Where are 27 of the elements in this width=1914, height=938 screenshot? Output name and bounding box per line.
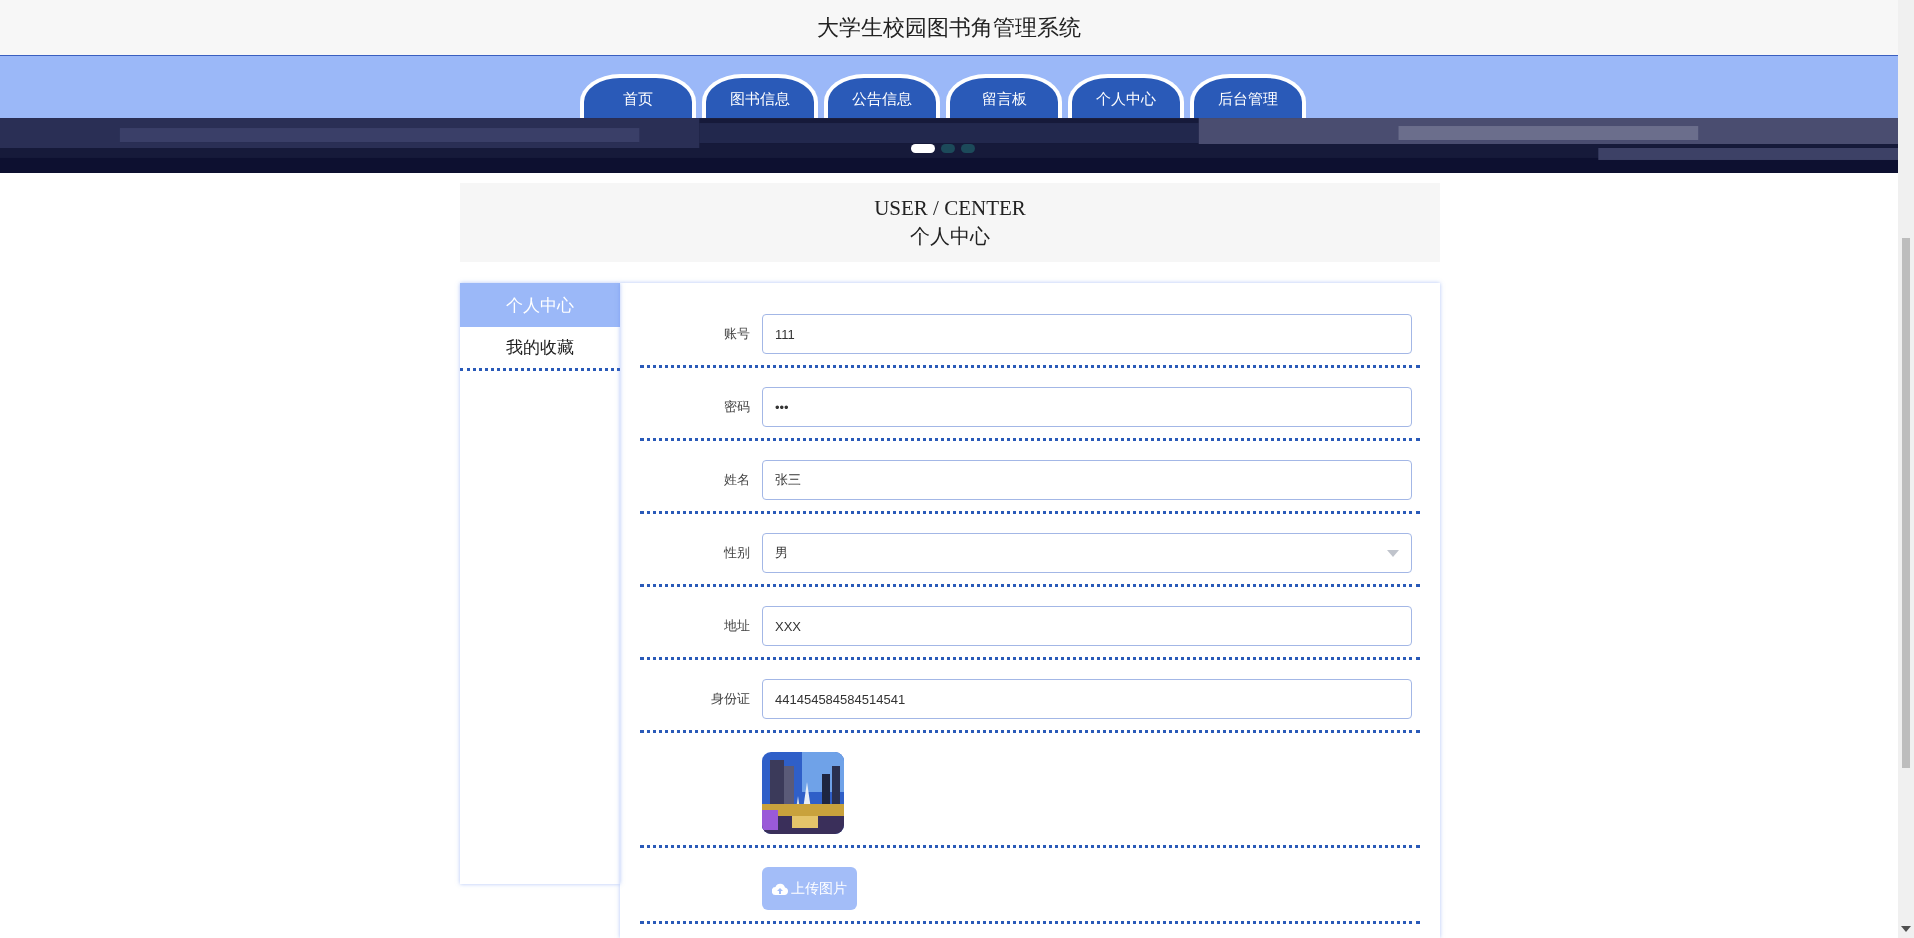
field-label: 姓名 (724, 472, 750, 487)
nav-tab[interactable]: 公告信息 (824, 74, 940, 118)
input-field[interactable]: XXX (762, 606, 1412, 646)
field-label: 密码 (724, 399, 750, 414)
nav-tab[interactable]: 后台管理 (1190, 74, 1306, 118)
caret-icon (1387, 549, 1399, 557)
field-label: 地址 (724, 618, 750, 633)
cloud-upload-icon (772, 882, 788, 895)
nav-tab[interactable]: 个人中心 (1068, 74, 1184, 118)
arrow-down-icon (1901, 926, 1911, 934)
input-field[interactable]: 张三 (762, 460, 1412, 500)
input-field[interactable]: ••• (762, 387, 1412, 427)
input-field[interactable]: 111 (762, 314, 1412, 354)
field-label: 身份证 (711, 691, 750, 706)
heading-title: USER / CENTER (874, 195, 1026, 221)
nav-tab[interactable]: 图书信息 (702, 74, 818, 118)
field-label: 性别 (724, 545, 750, 560)
site-title: 大学生校园图书角管理系统 (817, 13, 1081, 42)
field-label: 账号 (724, 326, 750, 341)
sidebar-item[interactable]: 我的收藏 (460, 327, 620, 371)
nav-tab[interactable]: 首页 (580, 74, 696, 118)
scrollbar[interactable] (1898, 0, 1914, 938)
nav-tab[interactable]: 留言板 (946, 74, 1062, 118)
heading-subtitle: 个人中心 (910, 223, 990, 249)
input-field[interactable]: 441454584584514541 (762, 679, 1412, 719)
select-field[interactable]: 男 (762, 533, 1412, 573)
scrollbar-thumb[interactable] (1902, 238, 1910, 768)
